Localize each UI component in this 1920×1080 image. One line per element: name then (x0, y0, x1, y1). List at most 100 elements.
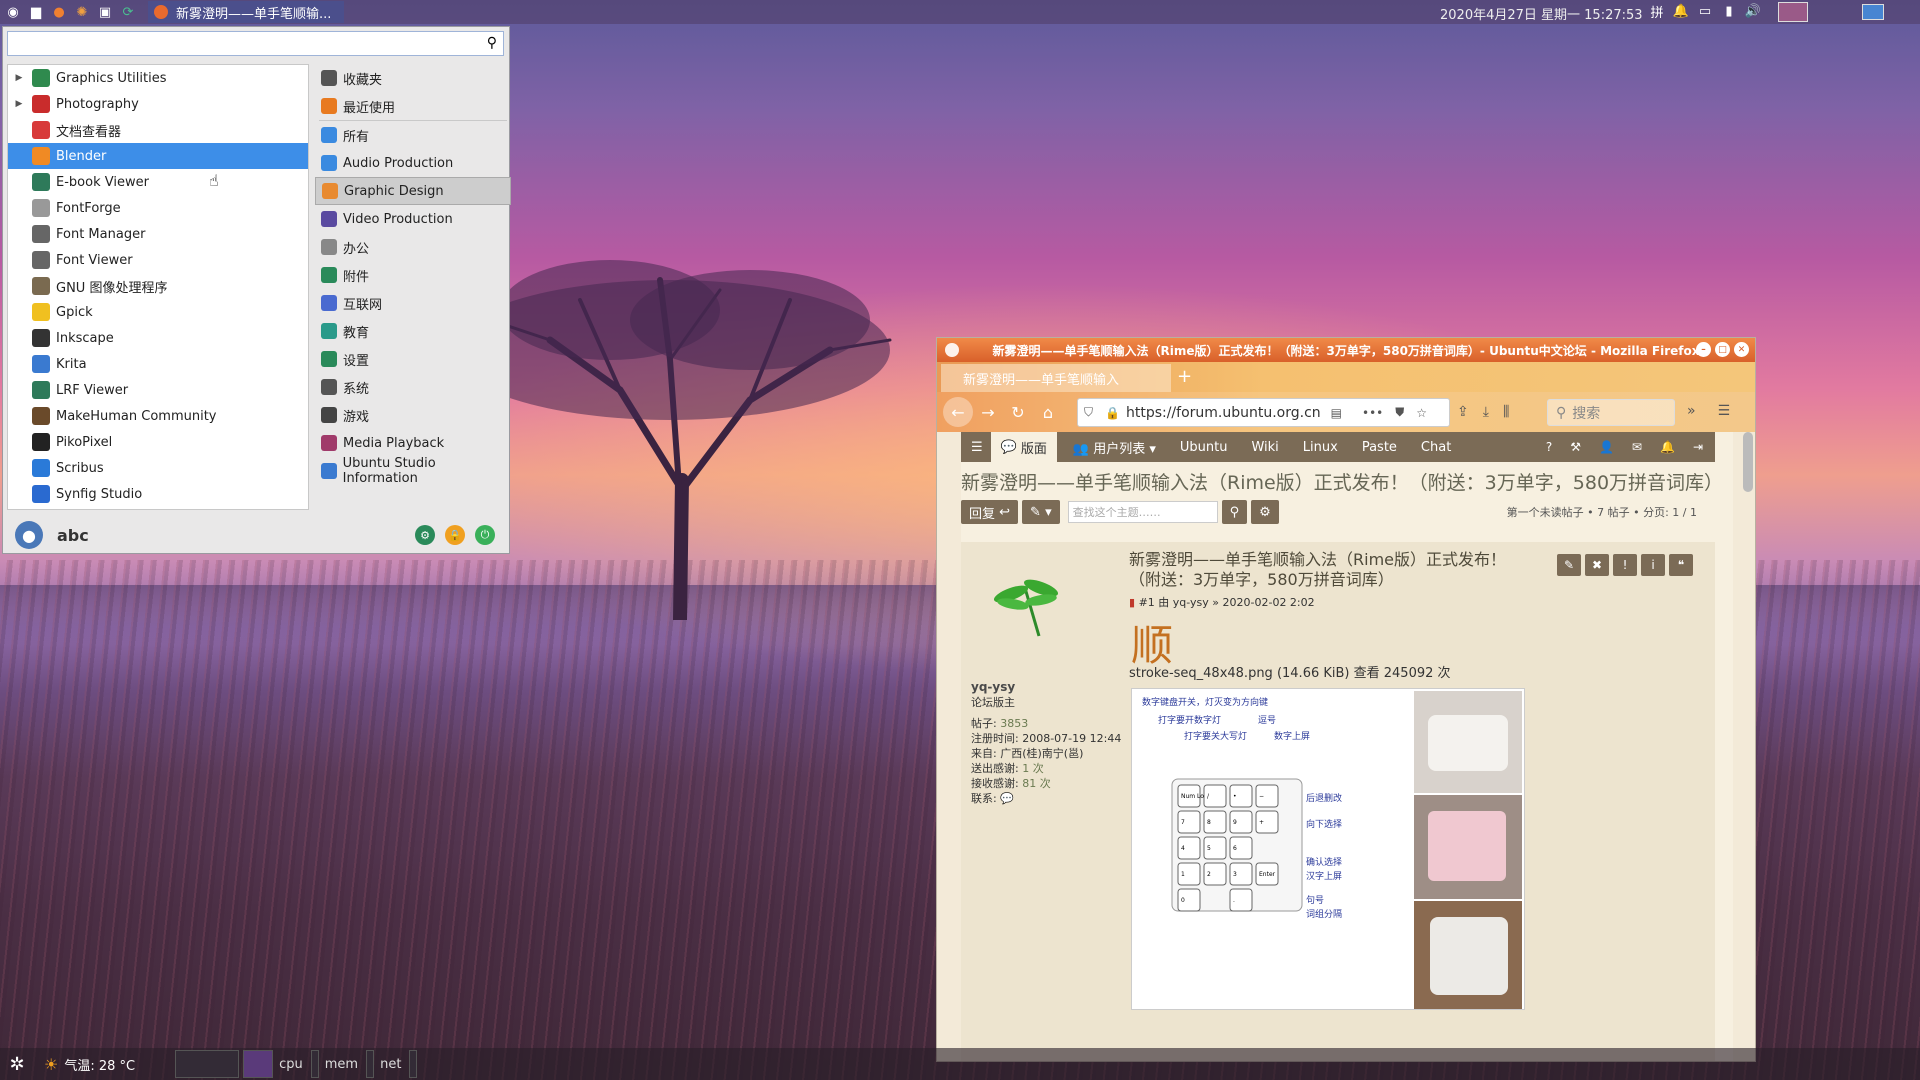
forward-icon[interactable]: → (973, 397, 1003, 427)
menu-category-item[interactable]: 附件 (315, 261, 511, 289)
menu-app-item[interactable]: E-book Viewer (8, 169, 308, 195)
menu-icon[interactable]: ☰ (971, 440, 983, 455)
library-icon[interactable]: ⫼ (1503, 404, 1509, 420)
firefox-launcher-icon[interactable]: ● (49, 2, 69, 22)
posts-count[interactable]: 3853 (1000, 717, 1028, 730)
menu-app-item[interactable]: Krita (8, 351, 308, 377)
minimize-icon[interactable]: – (1696, 342, 1711, 357)
menu-search-input[interactable] (12, 35, 467, 53)
menu-category-item[interactable]: 教育 (315, 317, 511, 345)
menu-app-item[interactable]: MakeHuman Community (8, 403, 308, 429)
topic-tools-button[interactable]: ✎ ▾ (1022, 500, 1060, 524)
taskbar-firefox-item[interactable]: 新雾澄明——单手笔顺输... (148, 1, 344, 23)
menu-category-item[interactable]: 最近使用 (315, 92, 511, 120)
advanced-search-icon[interactable]: ⚙ (1251, 500, 1279, 524)
volume-icon[interactable]: 🔊 (1744, 2, 1762, 20)
folder-icon[interactable]: ▆ (26, 2, 46, 22)
profile-icon[interactable]: 👤 (1599, 440, 1614, 454)
menu-app-item[interactable]: LRF Viewer (8, 377, 308, 403)
overflow-chevron-icon[interactable]: » (1687, 403, 1696, 419)
menu-category-item[interactable]: Ubuntu Studio Information (315, 456, 511, 486)
menu-category-item[interactable]: Audio Production (315, 149, 511, 177)
menu-category-item[interactable]: 系统 (315, 373, 511, 401)
home-icon[interactable]: ⌂ (1033, 397, 1063, 427)
maximize-icon[interactable]: □ (1715, 342, 1730, 357)
edit-icon[interactable]: ✎ (1557, 554, 1581, 576)
menu-app-item[interactable]: ▶ Photography (8, 91, 308, 117)
app-menu-icon[interactable]: ◉ (3, 2, 23, 22)
window-menu-icon[interactable] (945, 343, 959, 357)
window-titlebar[interactable]: 新雾澄明——单手笔顺输入法（Rime版）正式发布！（附送：3万单字，580万拼音… (937, 338, 1755, 362)
workspace-switcher[interactable] (1862, 4, 1884, 20)
close-icon[interactable]: ✕ (1734, 342, 1749, 357)
menu-category-item[interactable]: Graphic Design (315, 177, 511, 205)
whisker-menu-icon[interactable]: ✲ (0, 1049, 34, 1079)
hamburger-menu-icon[interactable]: ☰ (1718, 403, 1731, 419)
lock-screen-icon[interactable]: 🔒 (445, 525, 465, 545)
software-center-icon[interactable]: ⟳ (118, 2, 138, 22)
topic-search-button[interactable]: ⚲ (1221, 500, 1248, 524)
power-icon[interactable]: ⏻ (475, 525, 495, 545)
back-icon[interactable]: ← (943, 397, 973, 427)
blender-launcher-icon[interactable]: ✺ (72, 2, 92, 22)
menu-app-item[interactable]: 文档查看器 (8, 117, 308, 143)
display-icon[interactable]: ▭ (1696, 2, 1714, 20)
url-text[interactable]: https://forum.ubuntu.org.cn (1126, 405, 1321, 421)
nav-paste[interactable]: Paste (1362, 440, 1397, 455)
user-avatar-icon[interactable]: ● (15, 521, 43, 549)
expand-arrow-icon[interactable]: ▶ (12, 73, 26, 83)
notification-bell-icon[interactable]: 🔔 (1672, 2, 1690, 20)
menu-app-item[interactable]: Font Manager (8, 221, 308, 247)
cpu-graph[interactable] (310, 1050, 319, 1078)
menu-app-item[interactable]: PikoPixel (8, 429, 308, 455)
reply-button[interactable]: 回复 ↩ (961, 500, 1019, 524)
menu-category-item[interactable]: 所有 (315, 121, 511, 149)
net-graph[interactable] (409, 1050, 418, 1078)
thanks-given[interactable]: 1 次 (1022, 762, 1044, 775)
nav-boards[interactable]: 💬 版面 (990, 432, 1057, 462)
post-title[interactable]: 新雾澄明——单手笔顺输入法（Rime版）正式发布！ （附送：3万单字，580万拼… (1129, 550, 1529, 590)
thanks-received[interactable]: 81 次 (1022, 777, 1051, 790)
input-method-icon[interactable]: 拼 (1648, 2, 1666, 21)
workspace-graph[interactable] (175, 1050, 240, 1078)
weather-widget[interactable]: ☀ 气温: 28 °C (44, 1055, 135, 1074)
help-icon[interactable]: ? (1546, 440, 1552, 454)
tab-forum[interactable]: 新雾澄明——单手笔顺输入 (941, 364, 1171, 392)
menu-category-item[interactable]: 互联网 (315, 289, 511, 317)
menu-search-box[interactable]: ⚲ (7, 31, 504, 56)
menu-app-item[interactable]: Blender (8, 143, 308, 169)
mem-graph[interactable] (366, 1050, 375, 1078)
menu-app-item[interactable]: GNU 图像处理程序 (8, 273, 308, 299)
menu-app-item[interactable]: Font Viewer (8, 247, 308, 273)
nav-linux[interactable]: Linux (1303, 440, 1338, 455)
nav-users[interactable]: 👥 用户列表 ▾ (1073, 438, 1156, 457)
delete-icon[interactable]: ✖ (1585, 554, 1609, 576)
reload-icon[interactable]: ↻ (1003, 397, 1033, 427)
expand-arrow-icon[interactable]: ▶ (12, 99, 26, 109)
upload-icon[interactable]: ⇪ (1457, 404, 1469, 420)
menu-category-item[interactable]: 收藏夹 (315, 64, 511, 92)
menu-category-item[interactable]: 设置 (315, 345, 511, 373)
nav-wiki[interactable]: Wiki (1251, 440, 1278, 455)
cpu-graph-bar[interactable] (243, 1050, 274, 1078)
report-icon[interactable]: ! (1613, 554, 1637, 576)
notifications-icon[interactable]: 🔔 (1660, 440, 1675, 454)
info-icon[interactable]: i (1641, 554, 1665, 576)
inbox-icon[interactable]: ✉ (1632, 440, 1642, 454)
topic-title[interactable]: 新雾澄明——单手笔顺输入法（Rime版）正式发布！（附送：3万单字，580万拼音… (961, 468, 1723, 495)
menu-app-item[interactable]: Synfig Studio (8, 481, 308, 507)
url-bar[interactable]: ⛉ 🔒 https://forum.ubuntu.org.cn ▤ ••• ⛊ … (1077, 398, 1450, 427)
reader-view-icon[interactable]: ▤ (1331, 406, 1342, 420)
pocket-icon[interactable]: ⛊ (1395, 405, 1404, 420)
menu-category-item[interactable]: 游戏 (315, 401, 511, 429)
download-icon[interactable]: ⤓ (1483, 404, 1489, 420)
menu-app-item[interactable]: Scribus (8, 455, 308, 481)
page-scrollbar[interactable] (1743, 432, 1753, 492)
moderator-icon[interactable]: ⚒ (1570, 440, 1581, 454)
nav-ubuntu[interactable]: Ubuntu (1180, 440, 1228, 455)
web-search-box[interactable]: ⚲ 搜索 (1547, 399, 1675, 426)
nav-chat[interactable]: Chat (1421, 440, 1451, 455)
shield-icon[interactable]: ⛉ (1084, 405, 1093, 420)
bookmark-star-icon[interactable]: ☆ (1416, 406, 1427, 420)
page-actions-icon[interactable]: ••• (1362, 406, 1383, 420)
